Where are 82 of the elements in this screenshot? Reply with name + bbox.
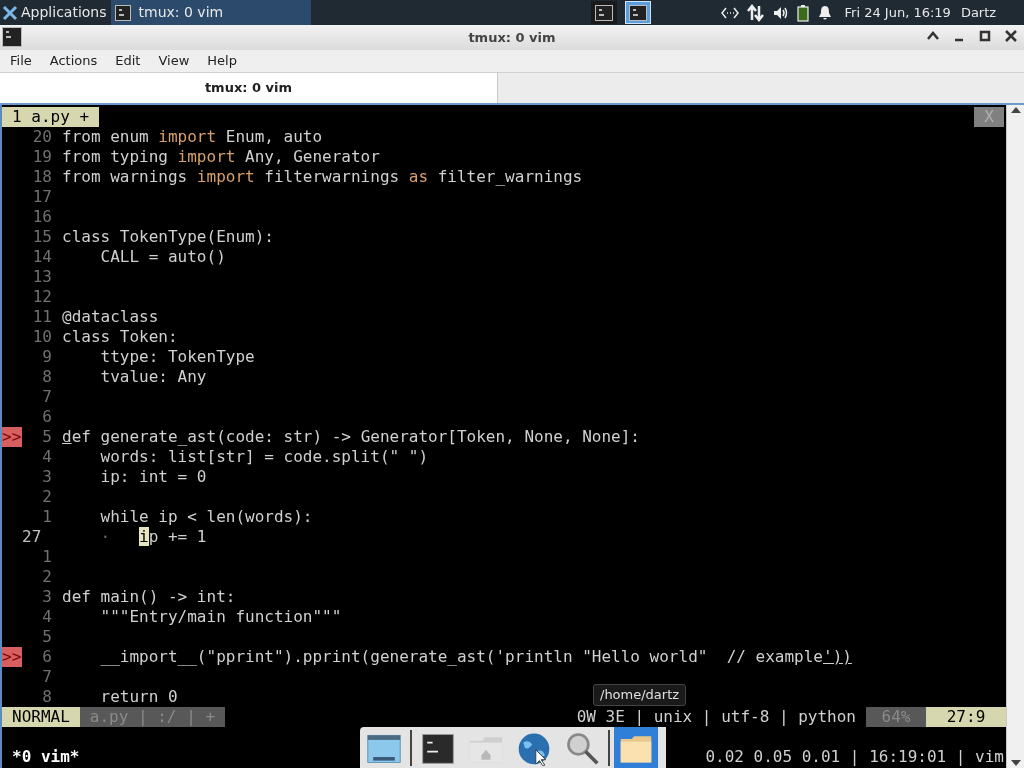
vim-mode: NORMAL: [2, 707, 80, 727]
line-number: 8: [41, 687, 53, 707]
bell-icon[interactable]: [816, 4, 833, 21]
line-number: 6: [41, 647, 53, 667]
tmux-window-list: *0 vim*: [2, 747, 80, 767]
line-number: 2: [41, 487, 53, 507]
menu-item[interactable]: View: [150, 51, 198, 71]
workspace-button[interactable]: [590, 1, 617, 24]
line-number: 5: [41, 627, 53, 647]
x-logo-icon: [2, 4, 18, 21]
line-number: 3: [41, 467, 53, 487]
tooltip: /home/dartz: [593, 684, 687, 706]
line-number: 13: [31, 267, 53, 287]
window-title: tmux: 0 vim: [467, 28, 557, 47]
code-line: ttype: TokenType: [99, 347, 255, 367]
code-line: words: list[str] = code.split(" "): [99, 447, 429, 467]
code-line: def main() -> int:: [62, 587, 236, 607]
tmux-window-tab[interactable]: 1 a.py +: [2, 107, 100, 127]
code-line: return 0: [99, 687, 178, 707]
terminal-icon: [114, 4, 131, 21]
line-number: 14: [31, 247, 53, 267]
code-line: class TokenType(Enum):: [62, 227, 274, 247]
code-line: from warnings import filterwarnings as filter_warnings: [62, 167, 583, 187]
close-icon[interactable]: [1004, 29, 1018, 43]
line-number: 4: [41, 607, 53, 627]
line-number: 9: [41, 347, 53, 367]
line-number: 6: [41, 407, 53, 427]
line-number: 11: [31, 307, 53, 327]
tmux-status: 0.02 0.05 0.01 | 16:19:01 | vim: [705, 747, 1005, 767]
maximize-icon[interactable]: [978, 29, 992, 43]
line-number: 1: [41, 547, 53, 567]
terminal-icon: [628, 4, 647, 21]
line-number: 1: [41, 507, 53, 527]
menu-item[interactable]: Actions: [41, 51, 106, 71]
line-number: 2: [41, 567, 53, 587]
file-format-info: 0W 3E | unix | utf-8 | python: [575, 707, 857, 727]
code-line: def generate_ast(code: str) -> Generator[Token, None, None]:: [62, 427, 640, 447]
code-line: """Entry/main function""": [99, 607, 342, 627]
line-number: 18: [31, 167, 53, 187]
code-line: · ip += 1: [99, 527, 207, 547]
code-line: __import__("pprint").pprint(generate_ast('println "Hello world" // example')): [99, 647, 852, 667]
line-number: 12: [31, 287, 53, 307]
line-number: 7: [41, 667, 53, 687]
line-number: 15: [31, 227, 53, 247]
sign-marker: >>: [2, 427, 22, 447]
line-number: 16: [31, 207, 53, 227]
code-line: ip: int = 0: [99, 467, 207, 487]
scrollbar[interactable]: [1006, 105, 1024, 768]
line-number: 7: [41, 387, 53, 407]
line-number: 5: [41, 427, 53, 447]
scroll-down-icon[interactable]: [1010, 760, 1021, 766]
terminal-icon: [2, 27, 22, 47]
menu-item[interactable]: Edit: [107, 51, 149, 71]
line-number: 8: [41, 367, 53, 387]
line-number: 4: [41, 447, 53, 467]
code-line: class Token:: [62, 327, 178, 347]
scroll-up-icon[interactable]: [1010, 107, 1021, 113]
code-line: CALL = auto(): [99, 247, 226, 267]
clock[interactable]: Fri 24 Jun, 16:19: [844, 2, 951, 23]
code-line: tvalue: Any: [99, 367, 207, 387]
code-line: @dataclass: [62, 307, 159, 327]
sign-marker: >>: [2, 647, 22, 667]
applications-menu[interactable]: Applications: [0, 0, 111, 25]
line-number: 17: [31, 187, 53, 207]
user-name[interactable]: Dartz: [960, 2, 997, 23]
taskbar-button[interactable]: tmux: 0 vim: [110, 0, 311, 25]
code-line: from enum import Enum, auto: [62, 127, 323, 147]
battery-icon[interactable]: [796, 3, 809, 22]
transfer-arrows-icon[interactable]: [746, 3, 765, 22]
code-line: from typing import Any, Generator: [62, 147, 380, 167]
line-number: 20: [31, 127, 53, 147]
terminal-tab[interactable]: tmux: 0 vim: [0, 73, 498, 103]
line-number: 27: [22, 527, 43, 547]
workspace-button[interactable]: [624, 1, 651, 24]
line-number: 3: [41, 587, 53, 607]
code-line: while ip < len(words):: [99, 507, 313, 527]
menu-item[interactable]: File: [2, 51, 40, 71]
line-number: 10: [31, 327, 53, 347]
menu-item[interactable]: Help: [199, 51, 245, 71]
terminal-icon: [594, 4, 613, 21]
line-number: 19: [31, 147, 53, 167]
cursor-position: 27:9: [926, 707, 1006, 727]
